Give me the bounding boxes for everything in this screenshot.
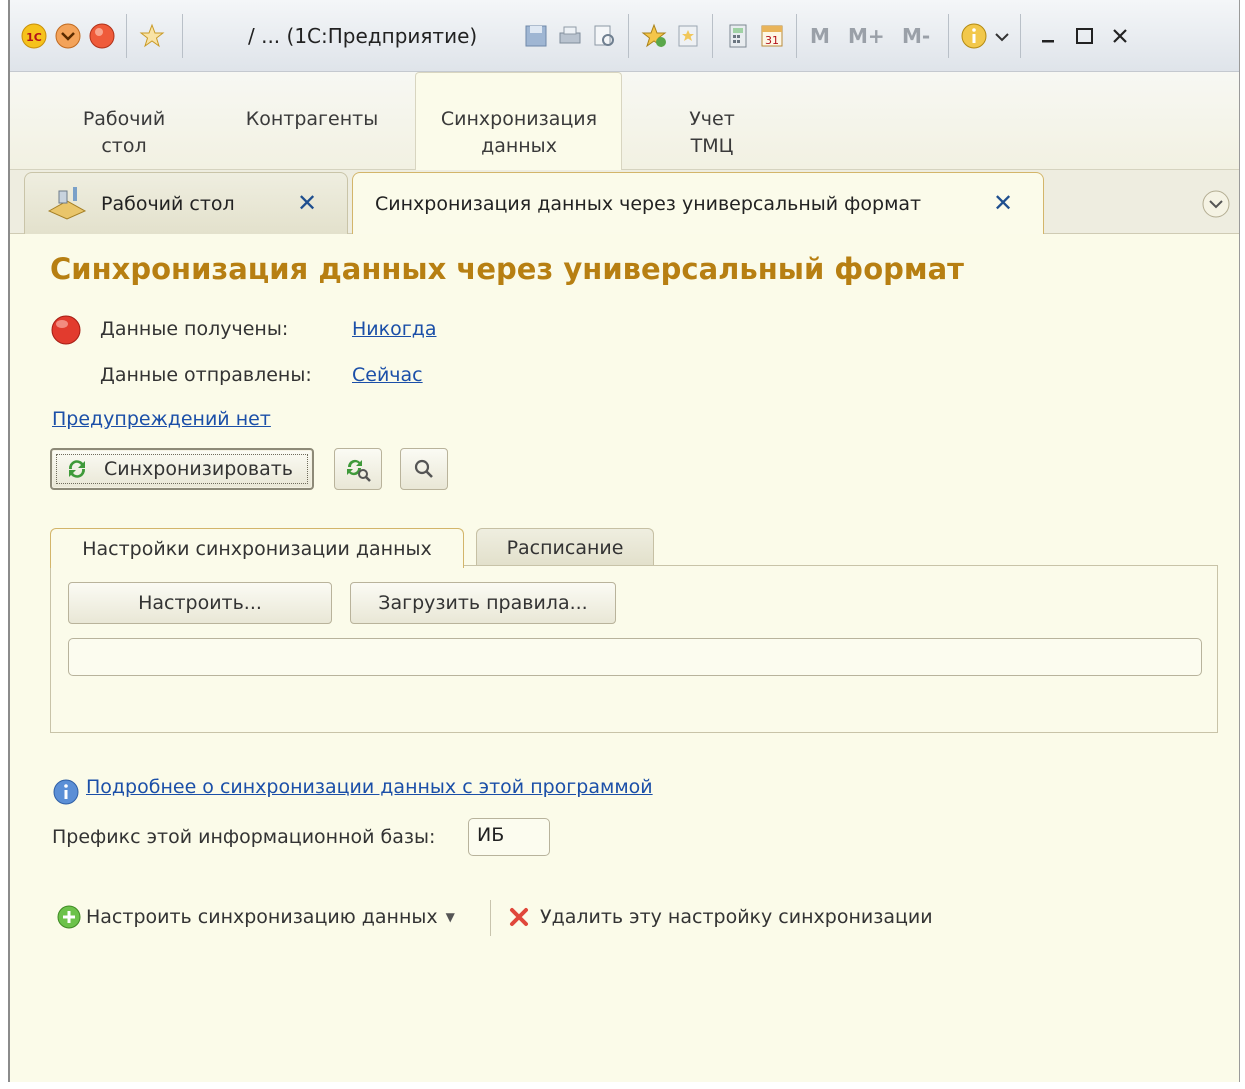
memory-subtract-button[interactable]: M- — [902, 24, 930, 48]
add-favorite-icon[interactable] — [640, 22, 668, 50]
desktop-icon — [47, 187, 87, 220]
rules-info-field[interactable] — [68, 638, 1202, 676]
calendar-icon[interactable]: 31 — [758, 22, 786, 50]
favorites-list-icon[interactable] — [674, 22, 702, 50]
delete-icon — [510, 908, 528, 926]
load-rules-button[interactable]: Загрузить правила... — [350, 582, 616, 624]
favorite-star-icon[interactable] — [138, 22, 166, 50]
calculator-icon[interactable] — [724, 22, 752, 50]
info-icon[interactable] — [960, 22, 988, 50]
sync-search-icon — [347, 459, 371, 482]
info-dropdown-icon[interactable] — [988, 22, 1016, 50]
sync-preview-button[interactable] — [334, 448, 382, 490]
data-received-label: Данные получены: — [100, 318, 289, 340]
tabs-menu-chevron-icon[interactable] — [1200, 188, 1232, 220]
command-separator — [490, 900, 491, 936]
search-button[interactable] — [400, 448, 448, 490]
info-icon — [53, 779, 79, 805]
data-received-link[interactable]: Никогда — [352, 318, 437, 340]
warnings-link[interactable]: Предупреждений нет — [52, 408, 271, 430]
more-info-link[interactable]: Подробнее о синхронизации данных с этой … — [86, 776, 653, 798]
svg-text:31: 31 — [765, 34, 779, 47]
setup-sync-command[interactable]: Настроить синхронизацию данных ▼ — [56, 904, 455, 930]
delete-sync-setting-label: Удалить эту настройку синхронизации — [540, 906, 933, 928]
setup-sync-command-label: Настроить синхронизацию данных — [86, 906, 438, 928]
save-icon[interactable] — [522, 22, 550, 50]
tab-sync-label: Синхронизация данных через универсальный… — [375, 193, 922, 215]
page-title: Синхронизация данных через универсальный… — [50, 252, 964, 286]
data-sent-link[interactable]: Сейчас — [352, 364, 423, 386]
status-error-icon — [51, 315, 81, 345]
sections-panel — [10, 72, 1239, 170]
tab-desktop[interactable]: Рабочий стол ✕ — [24, 172, 348, 234]
close-icon[interactable] — [1106, 22, 1134, 50]
synchronize-button[interactable]: Синхронизировать — [50, 448, 314, 490]
close-tab-icon[interactable]: ✕ — [297, 189, 317, 217]
tab-sync-settings[interactable]: Настройки синхронизации данных — [50, 528, 464, 568]
window-title: / ... (1С:Предприятие) — [248, 24, 478, 48]
prefix-label: Префикс этой информационной базы: — [52, 826, 436, 848]
print-icon[interactable] — [556, 22, 584, 50]
preview-icon[interactable] — [590, 22, 618, 50]
maximize-icon[interactable] — [1070, 22, 1098, 50]
configure-button[interactable]: Настроить... — [68, 582, 332, 624]
tab-schedule[interactable]: Расписание — [476, 528, 654, 566]
dropdown-menu-icon[interactable] — [54, 22, 82, 50]
prefix-field[interactable]: ИБ — [468, 818, 550, 856]
tab-sync-universal[interactable]: Синхронизация данных через универсальный… — [352, 172, 1044, 236]
add-icon — [57, 905, 81, 929]
minimize-icon[interactable] — [1034, 22, 1062, 50]
section-counterparties[interactable]: Контрагенты — [236, 106, 388, 133]
memory-add-button[interactable]: M+ — [848, 24, 885, 48]
section-inventory[interactable]: Учет ТМЦ — [666, 106, 758, 160]
delete-sync-setting-command[interactable]: Удалить эту настройку синхронизации — [506, 904, 933, 930]
data-sent-label: Данные отправлены: — [100, 364, 312, 386]
section-data-sync[interactable]: Синхронизация данных — [424, 106, 614, 160]
section-desktop[interactable]: Рабочий стол — [64, 106, 184, 160]
title-bar: 1C / ... (1С:Предприятие) 31 M M+ M- — [10, 0, 1239, 72]
app-window: 1C / ... (1С:Предприятие) 31 M M+ M- Раб… — [8, 0, 1240, 1082]
memory-store-button[interactable]: M — [810, 24, 830, 48]
chevron-down-icon: ▼ — [445, 910, 455, 924]
app-logo-icon[interactable]: 1C — [20, 22, 48, 50]
home-icon[interactable] — [88, 22, 116, 50]
search-icon — [414, 459, 433, 478]
close-tab-icon[interactable]: ✕ — [993, 189, 1013, 217]
tab-desktop-label: Рабочий стол — [101, 193, 235, 215]
svg-text:1C: 1C — [26, 31, 42, 44]
